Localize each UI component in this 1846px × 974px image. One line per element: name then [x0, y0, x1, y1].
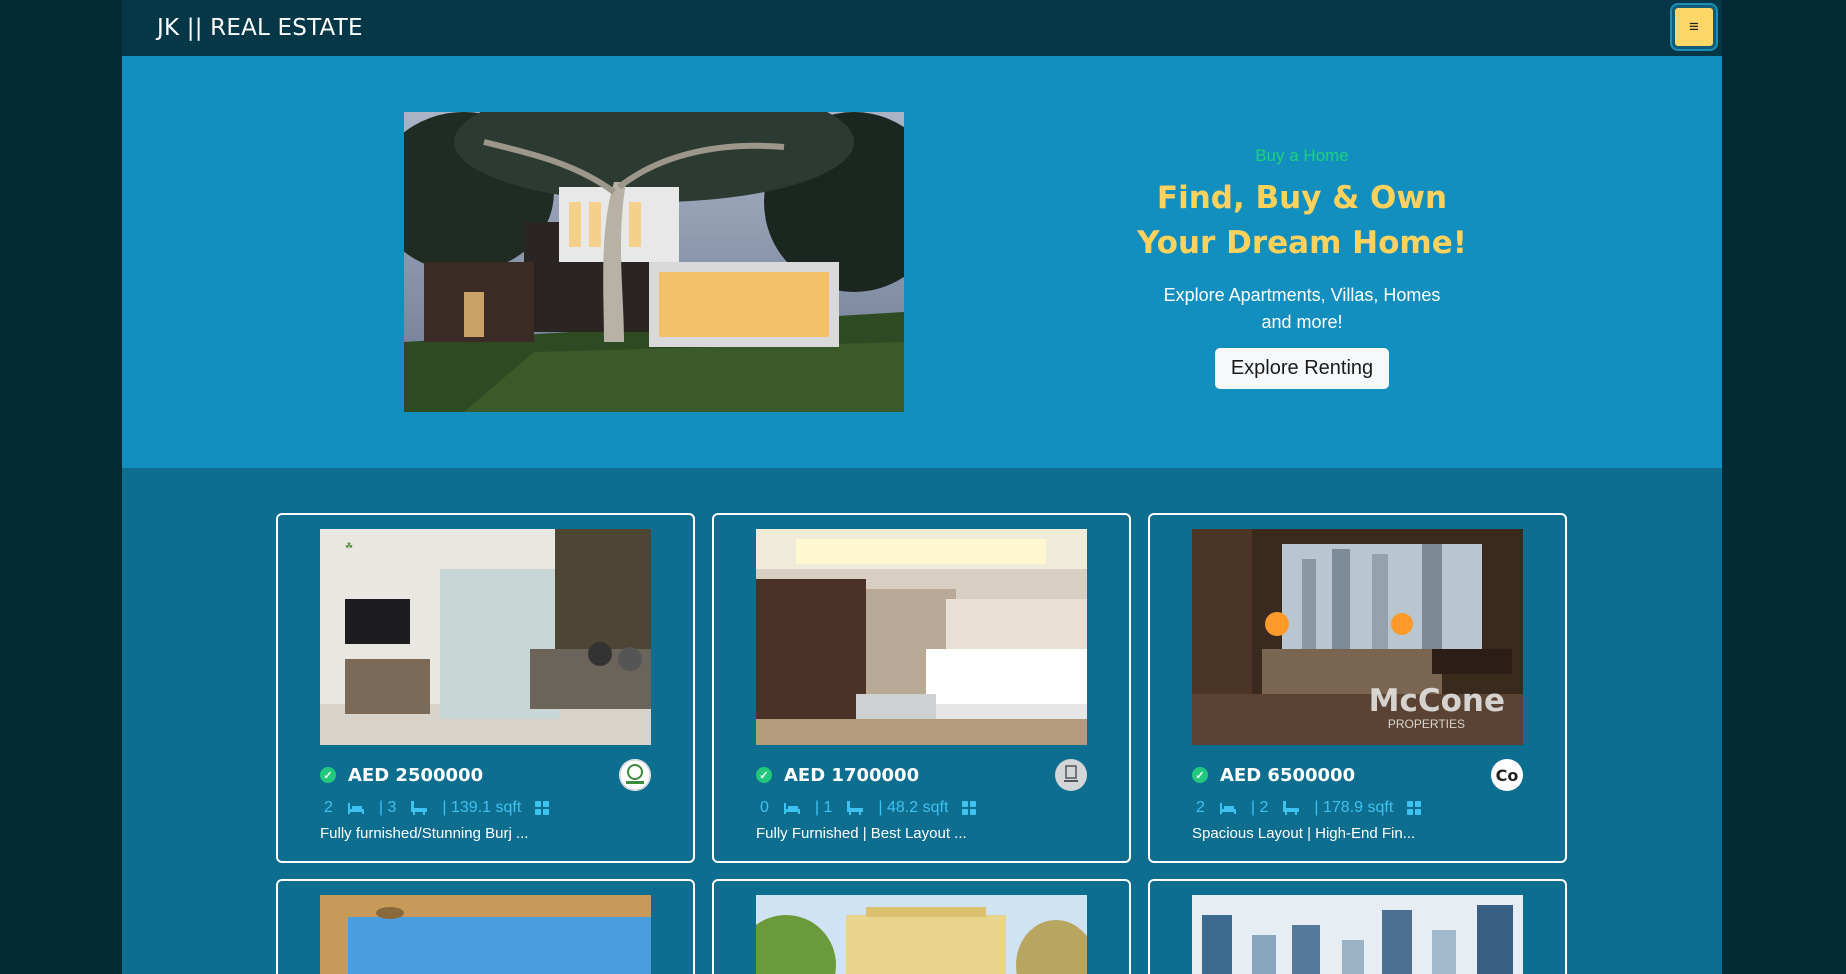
property-card[interactable]: ☘ ✓ AED 2500000 2 | 3 | 139.1 sqft Fully… [276, 513, 695, 863]
bath-icon [410, 800, 428, 816]
agency-logo-icon [1055, 759, 1087, 791]
price: AED 6500000 [1220, 764, 1356, 786]
listings-grid: ☘ ✓ AED 2500000 2 | 3 | 139.1 sqft Fully… [276, 513, 1569, 974]
property-image [1192, 895, 1523, 974]
property-image [756, 895, 1087, 974]
property-meta: 0 | 1 | 48.2 sqft [756, 795, 1087, 821]
bathroom-count: | 2 [1250, 799, 1269, 816]
brand-logo-text[interactable]: JK || REAL ESTATE [157, 15, 363, 41]
property-image: ☘ [320, 529, 651, 745]
bathroom-count: | 1 [814, 799, 833, 816]
bath-icon [1282, 800, 1300, 816]
verified-check-icon: ✓ [756, 767, 772, 783]
area-size: | 178.9 sqft [1314, 799, 1394, 816]
area-size: | 48.2 sqft [878, 799, 949, 816]
hero-text-block: Buy a Home Find, Buy & Own Your Dream Ho… [1082, 146, 1522, 389]
bedroom-count: 0 [760, 799, 769, 816]
bed-icon [1219, 801, 1237, 815]
grid-icon [1407, 801, 1422, 815]
verified-check-icon: ✓ [1192, 767, 1208, 783]
bath-icon [846, 800, 864, 816]
listings-section: ☘ ✓ AED 2500000 2 | 3 | 139.1 sqft Fully… [122, 468, 1722, 974]
property-card[interactable]: McCone PROPERTIES ✓ AED 6500000 Co 2 | 2 [1148, 513, 1567, 863]
property-image [320, 895, 651, 974]
menu-toggle-button[interactable]: ≡ [1672, 5, 1716, 49]
watermark-subtext: PROPERTIES [1387, 717, 1465, 731]
agency-logo-icon: Co [1491, 759, 1523, 791]
hero-headline: Find, Buy & Own Your Dream Home! [1137, 180, 1467, 261]
property-meta: 2 | 3 | 139.1 sqft [320, 795, 651, 821]
property-card[interactable] [712, 879, 1131, 974]
property-meta: 2 | 2 | 178.9 sqft [1192, 795, 1523, 821]
app-root: JK || REAL ESTATE ≡ Buy a Home Find, Buy… [122, 0, 1722, 974]
bedroom-count: 2 [1196, 799, 1205, 816]
property-card[interactable] [1148, 879, 1567, 974]
bed-icon [783, 801, 801, 815]
bathroom-count: | 3 [378, 799, 397, 816]
price: AED 1700000 [784, 764, 920, 786]
price-row: ✓ AED 6500000 Co [1192, 759, 1523, 791]
bed-icon [347, 801, 365, 815]
watermark-text: McCone [1368, 683, 1505, 719]
verified-check-icon: ✓ [320, 767, 336, 783]
price-row: ✓ AED 1700000 [756, 759, 1087, 791]
hero-section: Buy a Home Find, Buy & Own Your Dream Ho… [122, 56, 1722, 468]
price: AED 2500000 [348, 764, 484, 786]
grid-icon [962, 801, 977, 815]
hero-house-image [404, 112, 904, 412]
property-title: Fully Furnished | Best Layout ... [756, 825, 967, 842]
property-image: McCone PROPERTIES [1192, 529, 1523, 745]
bedroom-count: 2 [324, 799, 333, 816]
svg-text:☘: ☘ [345, 542, 353, 552]
property-image [756, 529, 1087, 745]
hero-eyebrow: Buy a Home [1255, 146, 1349, 165]
property-card[interactable] [276, 879, 695, 974]
grid-icon [535, 801, 550, 815]
hero-subtitle: Explore Apartments, Villas, Homes and mo… [1163, 285, 1441, 332]
property-title: Fully furnished/Stunning Burj ... [320, 825, 529, 842]
hamburger-icon: ≡ [1689, 17, 1699, 36]
navbar: JK || REAL ESTATE ≡ [122, 0, 1722, 56]
agency-logo-icon [619, 759, 651, 791]
explore-renting-button[interactable]: Explore Renting [1214, 348, 1390, 389]
area-size: | 139.1 sqft [442, 799, 522, 816]
price-row: ✓ AED 2500000 [320, 759, 651, 791]
property-title: Spacious Layout | High-End Fin... [1192, 825, 1416, 842]
property-card[interactable]: ✓ AED 1700000 0 | 1 | 48.2 sqft Fully Fu… [712, 513, 1131, 863]
